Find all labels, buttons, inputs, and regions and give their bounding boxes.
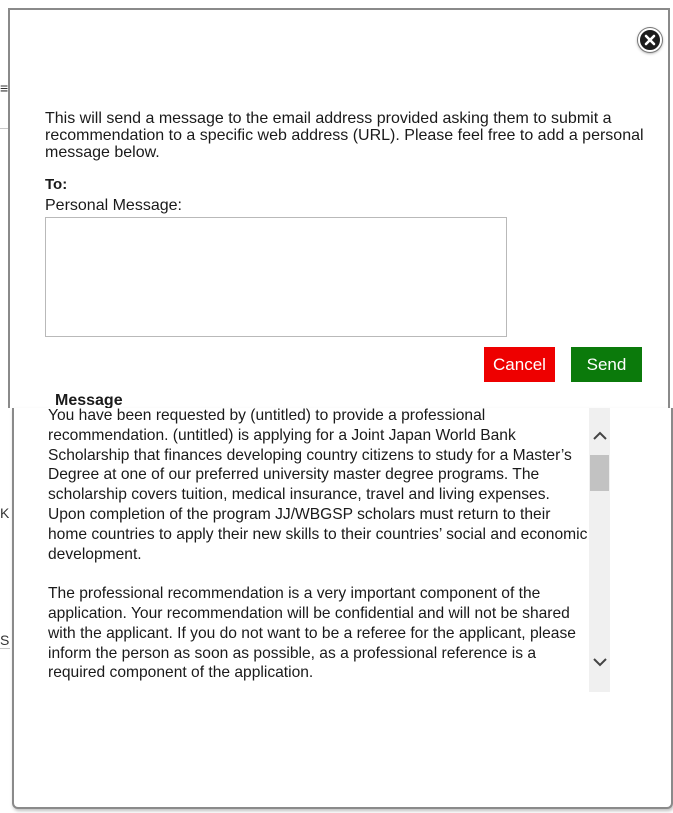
personal-message-input[interactable] bbox=[45, 217, 507, 337]
close-icon bbox=[644, 34, 656, 46]
message-scrollbar[interactable] bbox=[589, 408, 610, 692]
background-fragment-3: S bbox=[0, 632, 10, 648]
message-preview-box: You have been requested by (untitled) to… bbox=[48, 408, 610, 692]
background-fragment-1: ≡ bbox=[0, 80, 9, 96]
intro-text: This will send a message to the email ad… bbox=[45, 110, 644, 161]
cancel-button[interactable]: Cancel bbox=[484, 347, 555, 382]
personal-message-label: Personal Message: bbox=[45, 197, 182, 214]
to-label: To: bbox=[45, 176, 68, 193]
scroll-down-button[interactable] bbox=[589, 652, 610, 672]
message-text: You have been requested by (untitled) to… bbox=[48, 408, 590, 692]
scrollbar-thumb[interactable] bbox=[590, 455, 609, 491]
message-paragraph-1: You have been requested by (untitled) to… bbox=[48, 408, 588, 563]
background-fragment-2: K bbox=[0, 505, 10, 521]
background-divider bbox=[0, 648, 10, 649]
chevron-up-icon bbox=[592, 431, 607, 440]
close-button[interactable] bbox=[638, 28, 662, 52]
scroll-up-button[interactable] bbox=[589, 426, 610, 446]
chevron-down-icon bbox=[592, 658, 607, 667]
message-paragraph-2: The professional recommendation is a ver… bbox=[48, 585, 576, 682]
send-button[interactable]: Send bbox=[571, 347, 642, 382]
